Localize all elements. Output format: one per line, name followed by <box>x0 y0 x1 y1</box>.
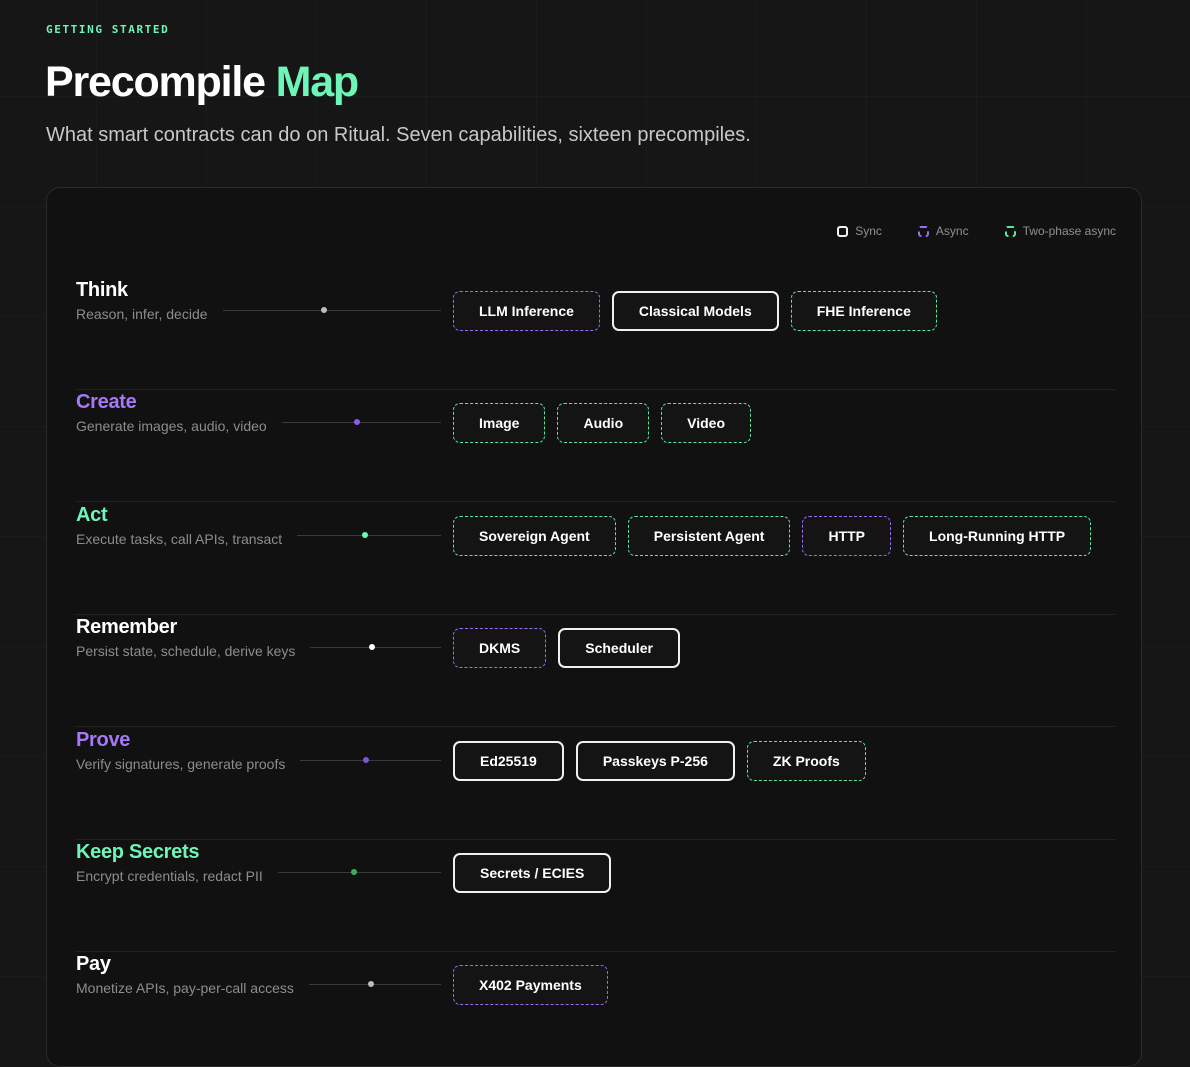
precompile-chip[interactable]: Ed25519 <box>453 740 564 781</box>
eyebrow-label: GETTING STARTED <box>46 23 170 36</box>
capability-name: Pay <box>76 953 111 976</box>
capability-description: Encrypt credentials, redact PII <box>76 868 263 884</box>
title-main: Precompile <box>45 58 266 106</box>
precompile-chip[interactable]: Sovereign Agent <box>453 515 616 556</box>
connector-dot-icon <box>321 307 327 313</box>
connector-dot-icon <box>368 981 374 988</box>
precompile-chip[interactable]: ZK Proofs <box>746 740 866 781</box>
precompile-chip[interactable]: Image <box>453 403 546 444</box>
legend-label-sync: Sync <box>855 224 882 238</box>
capability-description: Persist state, schedule, derive keys <box>76 643 296 660</box>
capability-name: Keep Secrets <box>76 841 200 863</box>
title-accent: Map <box>275 58 360 106</box>
legend-item-two-phase: Two-phase async <box>1004 224 1116 238</box>
connector-dot-icon <box>354 419 360 426</box>
precompile-chip[interactable]: Secrets / ECIES <box>453 853 612 893</box>
precompile-chip[interactable]: Video <box>661 403 751 444</box>
precompile-chip[interactable]: FHE Inference <box>790 291 937 331</box>
connector-line <box>223 307 441 313</box>
precompile-chip-group: X402 Payments <box>453 965 608 1006</box>
capability-name: Think <box>76 279 128 301</box>
capability-name: Prove <box>76 728 131 751</box>
two-phase-swatch-icon <box>1004 225 1016 237</box>
precompile-chip-group: Image Audio Video <box>453 403 751 444</box>
connector-dot-icon <box>362 531 368 538</box>
precompile-chip[interactable]: Audio <box>557 403 650 444</box>
capability-row: Act Execute tasks, call APIs, transact Sov… <box>75 503 1116 615</box>
precompile-chip[interactable]: Scheduler <box>558 628 680 669</box>
capability-description: Execute tasks, call APIs, transact <box>76 530 283 547</box>
precompile-chip[interactable]: Long-Running HTTP <box>903 515 1092 556</box>
capability-description: Monetize APIs, pay-per-call access <box>76 980 294 997</box>
precompile-chip[interactable]: X402 Payments <box>453 965 608 1006</box>
precompile-chip-group: DKMS Scheduler <box>453 628 680 669</box>
capability-row: Think Reason, infer, decide LLM Inference C… <box>75 278 1116 390</box>
async-swatch-icon <box>917 225 929 237</box>
connector-line <box>310 644 441 651</box>
connector-line <box>309 981 441 988</box>
precompile-chip[interactable]: LLM Inference <box>453 291 600 331</box>
capability-name: Create <box>76 391 137 414</box>
capability-description: Reason, infer, decide <box>76 306 208 322</box>
capability-name: Act <box>76 503 108 526</box>
connector-line <box>300 756 441 763</box>
precompile-chip[interactable]: Persistent Agent <box>627 515 791 556</box>
connector-line <box>278 869 441 875</box>
page-title: Precompile Map <box>45 54 360 110</box>
precompile-chip[interactable]: Classical Models <box>611 291 779 331</box>
capability-row: Prove Verify signatures, generate proofs E… <box>75 728 1116 840</box>
capability-row: Remember Persist state, schedule, derive … <box>75 615 1116 728</box>
precompile-chip-group: Secrets / ECIES <box>453 853 612 893</box>
legend: Sync Async Two-phase async <box>837 224 1116 238</box>
capability-row: Create Generate images, audio, video Image… <box>75 390 1116 503</box>
connector-dot-icon <box>369 644 375 651</box>
precompile-chip-group: LLM Inference Classical Models FHE Inferen… <box>453 291 937 331</box>
connector-line <box>282 419 441 426</box>
precompile-map-panel: Sync Async Two-phase async Think Reason, … <box>46 187 1142 1067</box>
page-subtitle: What smart contracts can do on Ritual. S… <box>46 124 751 146</box>
capability-row: Pay Monetize APIs, pay-per-call access X40… <box>75 952 1116 1064</box>
precompile-chip-group: Sovereign Agent Persistent Agent HTTP Long-… <box>453 515 1092 556</box>
connector-dot-icon <box>351 869 357 875</box>
legend-item-sync: Sync <box>837 224 882 238</box>
capability-description: Verify signatures, generate proofs <box>76 755 286 772</box>
precompile-chip-group: Ed25519 Passkeys P-256 ZK Proofs <box>453 740 866 781</box>
legend-label-two-phase: Two-phase async <box>1022 224 1116 238</box>
precompile-chip[interactable]: Passkeys P-256 <box>575 740 735 781</box>
legend-item-async: Async <box>917 224 969 238</box>
capability-description: Generate images, audio, video <box>76 418 267 435</box>
precompile-chip[interactable]: HTTP <box>802 515 892 556</box>
legend-label-async: Async <box>935 224 969 238</box>
connector-dot-icon <box>363 756 369 763</box>
precompile-chip[interactable]: DKMS <box>453 628 547 669</box>
capability-name: Remember <box>76 616 177 639</box>
sync-swatch-icon <box>837 225 849 237</box>
capability-row: Keep Secrets Encrypt credentials, redact … <box>75 840 1116 952</box>
connector-line <box>297 531 441 538</box>
